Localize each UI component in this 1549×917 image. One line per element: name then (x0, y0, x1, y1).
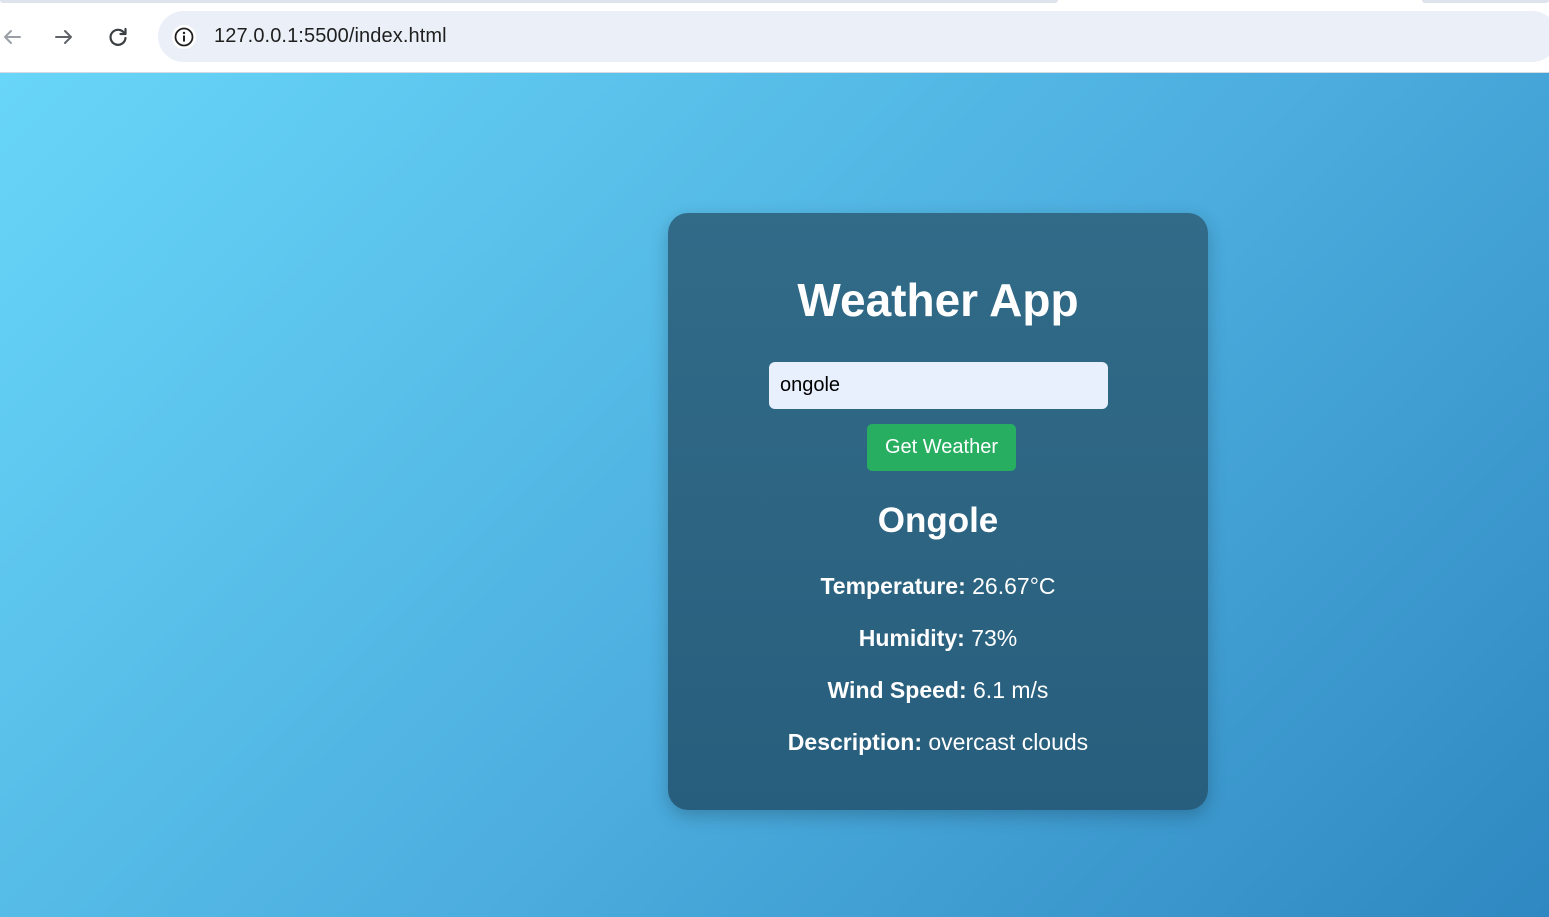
city-search-input[interactable] (769, 362, 1108, 409)
description-row: Description: overcast clouds (668, 729, 1208, 756)
wind-speed-row: Wind Speed: 6.1 m/s (668, 677, 1208, 704)
app-title: Weather App (797, 274, 1079, 326)
description-label: Description: (787, 729, 922, 755)
city-name: Ongole (877, 501, 999, 540)
weather-card: Weather App Get Weather Ongole Temperatu… (668, 213, 1208, 810)
arrow-right-icon (55, 30, 72, 44)
get-weather-button[interactable]: Get Weather (867, 424, 1016, 471)
reload-button[interactable] (101, 20, 135, 54)
temperature-label: Temperature: (820, 573, 966, 599)
forward-button[interactable] (47, 20, 81, 54)
page-background: Weather App Get Weather Ongole Temperatu… (0, 73, 1549, 917)
humidity-label: Humidity: (858, 625, 965, 651)
arrow-left-icon (4, 30, 21, 44)
wind-speed-label: Wind Speed: (827, 677, 967, 703)
temperature-value: 26.67°C (972, 573, 1056, 599)
tab-strip-edge (0, 0, 1058, 3)
description-value: overcast clouds (928, 729, 1089, 755)
back-button[interactable] (0, 20, 29, 54)
humidity-value: 73% (971, 625, 1018, 651)
tab-strip-edge (1422, 0, 1549, 3)
temperature-row: Temperature: 26.67°C (668, 573, 1208, 600)
humidity-row: Humidity: 73% (668, 625, 1208, 652)
url-text[interactable]: 127.0.0.1:5500/index.html (214, 25, 447, 48)
wind-speed-value: 6.1 m/s (973, 677, 1049, 703)
browser-toolbar: 127.0.0.1:5500/index.html (0, 0, 1549, 73)
address-bar[interactable]: 127.0.0.1:5500/index.html (158, 11, 1549, 62)
info-icon[interactable] (172, 25, 196, 49)
reload-icon (109, 27, 127, 46)
